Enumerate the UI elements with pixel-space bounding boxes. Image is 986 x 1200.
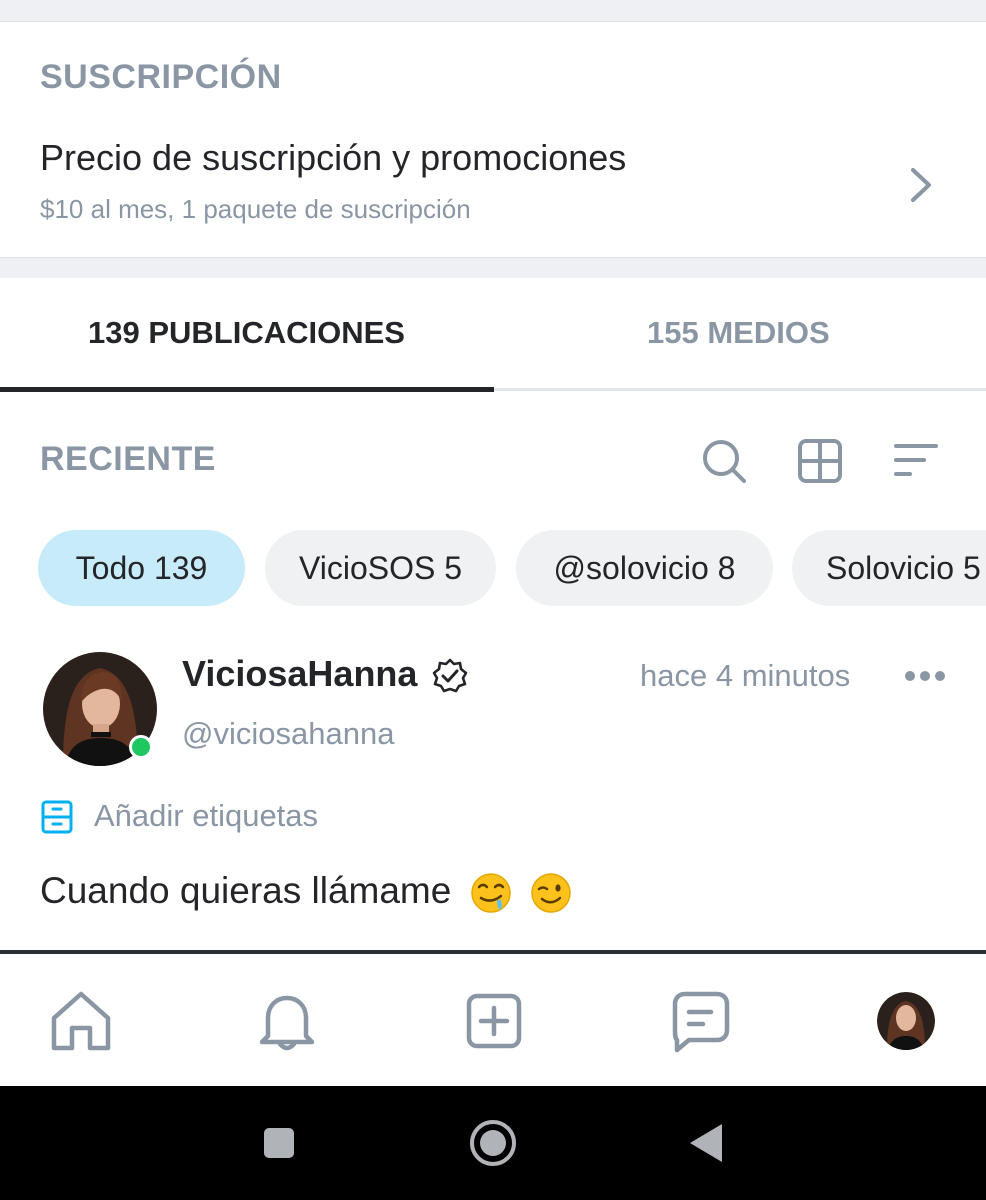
section-gap <box>0 257 986 278</box>
filter-chip-todo[interactable]: Todo 139 <box>38 530 245 606</box>
add-post-icon[interactable] <box>459 986 529 1056</box>
tab-medios[interactable]: 155 MEDIOS <box>647 315 830 351</box>
chevron-right-icon[interactable] <box>900 165 940 205</box>
online-status-dot <box>129 735 153 759</box>
profile-avatar[interactable] <box>877 992 935 1050</box>
filter-chip-solovicio-handle[interactable]: @solovicio 8 <box>516 530 773 606</box>
tab-active-indicator <box>0 387 494 392</box>
verified-badge-icon <box>432 658 468 693</box>
top-divider <box>0 0 986 22</box>
post-text: Cuando quieras llámame <box>40 870 572 914</box>
home-icon[interactable] <box>46 986 116 1056</box>
post-time: hace 4 minutos <box>640 658 851 693</box>
more-options-icon[interactable] <box>903 662 947 690</box>
post-text-content: Cuando quieras llámame <box>40 870 452 911</box>
filter-chip-viciosos[interactable]: VicioSOS 5 <box>265 530 496 606</box>
tab-publicaciones[interactable]: 139 PUBLICACIONES <box>88 315 405 351</box>
add-tags-link[interactable]: Añadir etiquetas <box>94 798 318 834</box>
grid-icon[interactable] <box>796 437 844 485</box>
back-button-icon[interactable] <box>688 1122 726 1164</box>
winking-face-emoji-icon <box>531 873 571 913</box>
sort-icon[interactable] <box>892 437 940 485</box>
tag-drawer-icon[interactable] <box>40 800 74 834</box>
subscription-description: $10 al mes, 1 paquete de suscripción <box>40 194 471 224</box>
home-button-icon[interactable] <box>468 1118 518 1168</box>
recent-section-title: RECIENTE <box>40 440 216 478</box>
search-icon[interactable] <box>700 437 748 485</box>
author-name[interactable]: ViciosaHanna <box>182 653 417 695</box>
subscription-title: Precio de suscripción y promociones <box>40 137 627 178</box>
recent-apps-icon[interactable] <box>262 1126 296 1160</box>
author-handle[interactable]: @viciosahanna <box>182 716 394 752</box>
filter-chip-solovicio[interactable]: Solovicio 5 <box>792 530 986 606</box>
subscription-section-title: SUSCRIPCIÓN <box>40 58 282 96</box>
bell-icon[interactable] <box>252 986 322 1056</box>
drooling-face-emoji-icon <box>470 873 511 913</box>
messages-icon[interactable] <box>665 986 735 1056</box>
